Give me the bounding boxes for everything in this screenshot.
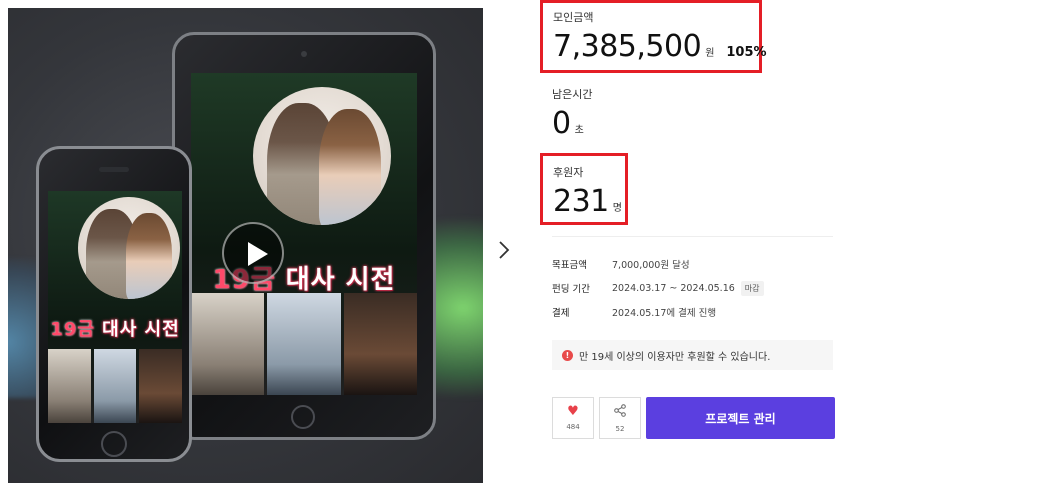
time-remaining: 남은시간 0 초	[552, 86, 592, 141]
action-bar: ♥ 484 52 프로젝트 관리	[552, 397, 835, 439]
cover-portrait	[253, 87, 391, 225]
backers-unit: 명	[612, 203, 622, 214]
backers-label: 후원자	[553, 166, 584, 179]
warning-icon: !	[562, 349, 573, 361]
detail-key: 목표금액	[552, 260, 587, 271]
backers-row: 231 명	[553, 184, 625, 219]
amount-raised: 모인금액 7,385,500 원 105%	[540, 0, 767, 73]
cover-figure-woman	[126, 213, 172, 299]
cover-panel	[191, 293, 265, 395]
project-media: 19금 대사 시전 19금 대사 시전	[8, 8, 483, 483]
funding-details: 목표금액 7,000,000원 달성 펀딩 기간 2024.03.17 ~ 20…	[552, 252, 833, 324]
funding-percent: 105%	[726, 45, 767, 60]
detail-period: 펀딩 기간 2024.03.17 ~ 2024.05.16 마감	[552, 276, 833, 300]
detail-key: 펀딩 기간	[552, 284, 590, 295]
cover-figure-woman	[319, 109, 381, 225]
amount-value: 7,385,500	[553, 29, 702, 64]
age-notice: ! 만 19세 이상의 이용자만 후원할 수 있습니다.	[552, 340, 833, 370]
share-button[interactable]: 52	[599, 397, 641, 439]
cover-panel	[267, 293, 341, 395]
time-value: 0	[552, 106, 571, 141]
cover-title: 19금 대사 시전	[50, 319, 180, 340]
cover-panel	[343, 293, 417, 395]
cover-panel	[48, 349, 91, 423]
amount-label: 모인금액	[553, 11, 594, 24]
chevron-right-icon[interactable]	[496, 240, 512, 264]
amount-unit: 원	[705, 48, 715, 59]
phone-home-button	[101, 431, 127, 457]
cover-panels	[191, 293, 417, 395]
detail-value: 2024.03.17 ~ 2024.05.16	[612, 282, 735, 294]
tablet-home-button	[291, 405, 315, 429]
cover-portrait	[78, 197, 180, 299]
phone-screen: 19금 대사 시전	[48, 191, 182, 423]
detail-value: 2024.05.17에 결제 진행	[612, 308, 717, 319]
divider	[552, 236, 833, 237]
phone-mockup: 19금 대사 시전	[36, 146, 192, 462]
time-row: 0 초	[552, 106, 592, 141]
manage-project-button[interactable]: 프로젝트 관리	[646, 397, 835, 439]
heart-icon: ♥	[567, 404, 579, 419]
time-unit: 초	[574, 125, 584, 136]
tablet-camera	[301, 51, 307, 57]
time-label: 남은시간	[552, 88, 593, 101]
detail-key: 결제	[552, 308, 570, 319]
cover-panel	[93, 349, 137, 423]
cover-panels	[48, 349, 182, 423]
share-icon	[614, 403, 626, 421]
detail-value: 7,000,000원 달성	[612, 260, 690, 271]
status-badge: 마감	[740, 280, 764, 296]
backers-value: 231	[553, 184, 609, 219]
like-count: 484	[566, 423, 580, 431]
notice-text: 만 19세 이상의 이용자만 후원할 수 있습니다.	[579, 351, 771, 363]
detail-goal: 목표금액 7,000,000원 달성	[552, 252, 833, 276]
cover-panel	[139, 349, 182, 423]
share-count: 52	[615, 424, 625, 433]
play-icon[interactable]	[222, 222, 284, 284]
tablet-screen: 19금 대사 시전	[191, 73, 417, 395]
like-button[interactable]: ♥ 484	[552, 397, 594, 439]
detail-payment: 결제 2024.05.17에 결제 진행	[552, 300, 833, 324]
phone-speaker	[99, 167, 129, 172]
tablet-mockup: 19금 대사 시전	[172, 32, 436, 440]
amount-row: 7,385,500 원 105%	[553, 29, 767, 64]
backers: 후원자 231 명	[540, 153, 628, 225]
